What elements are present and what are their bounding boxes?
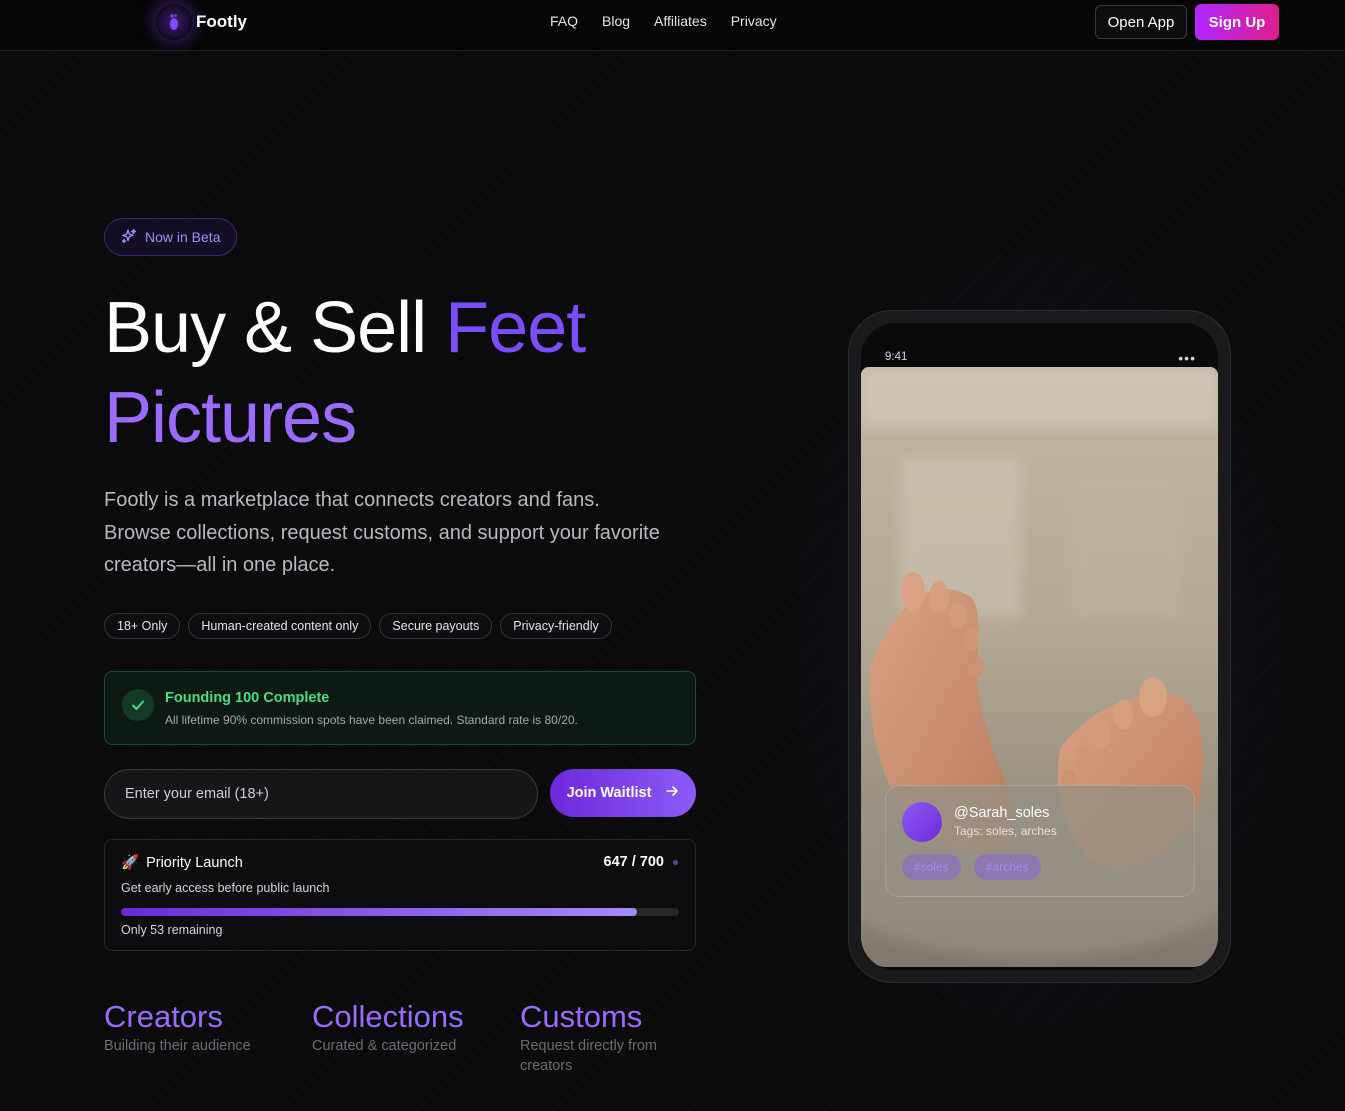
feature-pills: 18+ Only Human-created content only Secu… <box>104 613 612 639</box>
status-time: 9:41 <box>885 351 908 363</box>
footprint-icon <box>156 4 192 40</box>
pill-18-plus: 18+ Only <box>104 613 181 639</box>
sparkles-icon <box>121 228 137 247</box>
stat-sub: Request directly from creators <box>520 1038 657 1074</box>
pill-secure-payouts: Secure payouts <box>379 613 493 639</box>
arrow-right-icon <box>665 784 679 802</box>
stat-customs: Customs Request directly from creators <box>520 998 728 1076</box>
creator-tags: Tags: soles, arches <box>954 824 1057 838</box>
priority-title: Priority Launch <box>146 854 243 871</box>
founding-title: Founding 100 Complete <box>165 690 330 706</box>
phone-screen: 9:41 ••• @Sarah_soles Tags: soles, arche… <box>861 323 1218 970</box>
founding-notice: Founding 100 Complete All lifetime 90% c… <box>104 671 696 745</box>
status-dot-icon <box>673 860 678 865</box>
pill-privacy: Privacy-friendly <box>500 613 612 639</box>
stat-heading: Collections <box>312 999 464 1034</box>
join-waitlist-button[interactable]: Join Waitlist <box>550 769 696 817</box>
hero-title-part3: Pictures <box>104 378 357 458</box>
hero-title-accent: Feet <box>445 288 586 368</box>
phone-mockup: 9:41 ••• @Sarah_soles Tags: soles, arche… <box>848 310 1231 983</box>
hashtag-arches[interactable]: #arches <box>974 854 1041 880</box>
founding-subtitle: All lifetime 90% commission spots have b… <box>165 713 578 727</box>
creator-card[interactable]: @Sarah_soles Tags: soles, arches #soles … <box>885 785 1195 897</box>
nav-link-affiliates[interactable]: Affiliates <box>654 13 707 29</box>
stat-sub: Building their audience <box>104 1038 251 1054</box>
sign-up-button[interactable]: Sign Up <box>1195 4 1279 40</box>
stat-creators: Creators Building their audience <box>104 998 312 1076</box>
beta-badge-label: Now in Beta <box>145 229 221 245</box>
priority-count: 647 / 700 <box>603 854 664 870</box>
nav-link-privacy[interactable]: Privacy <box>731 13 777 29</box>
priority-title-row: 🚀 Priority Launch <box>121 854 243 872</box>
nav-link-blog[interactable]: Blog <box>602 13 630 29</box>
join-waitlist-label: Join Waitlist <box>566 785 652 801</box>
beta-badge: Now in Beta <box>104 218 238 256</box>
hero-description: Footly is a marketplace that connects cr… <box>104 489 660 576</box>
stat-collections: Collections Curated & categorized <box>312 998 520 1076</box>
top-nav: Footly FAQ Blog Affiliates Privacy Open … <box>0 0 1345 51</box>
priority-launch-card: 🚀 Priority Launch 647 / 700 Get early ac… <box>104 839 696 951</box>
brand-name: Footly <box>196 12 247 31</box>
hashtag-soles[interactable]: #soles <box>902 854 961 880</box>
pill-human-content: Human-created content only <box>188 613 372 639</box>
creator-handle: @Sarah_soles <box>954 805 1050 821</box>
hero-title: Buy & Sell Feet Pictures <box>104 283 744 463</box>
stats-row: Creators Building their audience Collect… <box>104 998 728 1076</box>
avatar <box>902 802 942 842</box>
more-dots-icon: ••• <box>1178 350 1196 366</box>
rocket-icon: 🚀 <box>121 855 140 871</box>
hero-title-part1: Buy & Sell <box>104 288 446 368</box>
priority-remaining: Only 53 remaining <box>121 923 223 937</box>
nav-link-faq[interactable]: FAQ <box>550 13 578 29</box>
brand-logo[interactable]: Footly <box>156 4 247 40</box>
check-icon <box>122 689 154 721</box>
progress-bar <box>121 908 679 916</box>
stat-heading: Customs <box>520 999 643 1034</box>
priority-subtitle: Get early access before public launch <box>121 881 330 895</box>
email-input[interactable] <box>104 769 538 819</box>
open-app-button[interactable]: Open App <box>1095 5 1187 39</box>
stat-sub: Curated & categorized <box>312 1038 457 1054</box>
nav-links: FAQ Blog Affiliates Privacy <box>550 13 801 29</box>
progress-fill <box>121 908 637 916</box>
stat-heading: Creators <box>104 999 223 1034</box>
